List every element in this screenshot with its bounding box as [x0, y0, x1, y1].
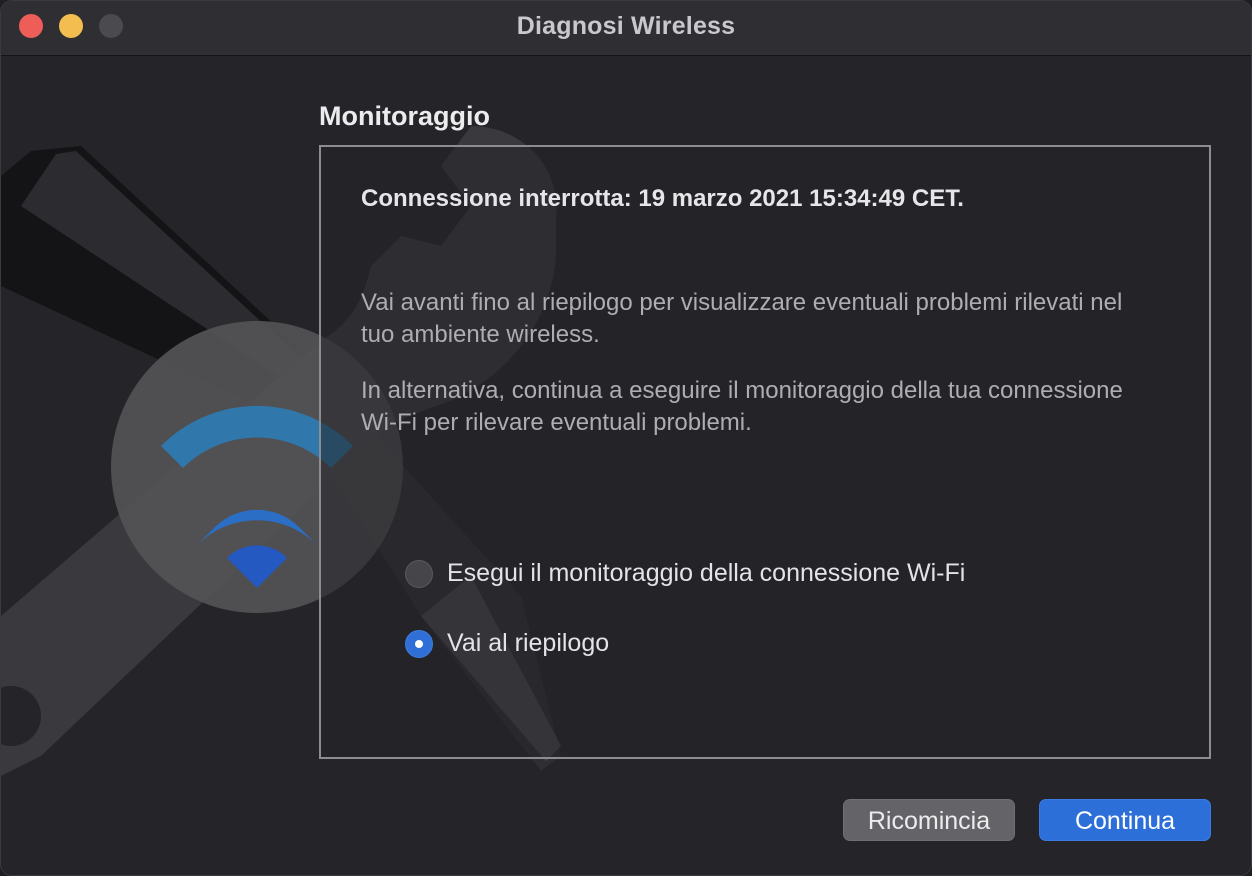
connection-status: Connessione interrotta: 19 marzo 2021 15…: [361, 185, 964, 212]
summary-description: Vai avanti fino al riepilogo per visuali…: [361, 289, 1123, 348]
monitoring-description: In alternativa, continua a eseguire il m…: [361, 377, 1123, 436]
section-title: Monitoraggio: [319, 101, 490, 131]
option-label: Vai al riepilogo: [447, 629, 610, 657]
continue-button[interactable]: Continua: [1039, 799, 1211, 841]
option-label: Esegui il monitoraggio della connessione…: [447, 559, 966, 587]
radio-button-selected[interactable]: [405, 630, 433, 658]
title-bar: Diagnosi Wireless: [1, 1, 1251, 56]
monitoring-panel: Connessione interrotta: 19 marzo 2021 15…: [319, 145, 1211, 759]
content-area: Monitoraggio Connessione interrotta: 19 …: [1, 56, 1251, 875]
app-window: Diagnosi Wireless Monitoraggio Connessio…: [0, 0, 1252, 876]
restart-button[interactable]: Ricomincia: [843, 799, 1015, 841]
radio-button-unselected[interactable]: [405, 560, 433, 588]
window-title: Diagnosi Wireless: [516, 12, 736, 40]
